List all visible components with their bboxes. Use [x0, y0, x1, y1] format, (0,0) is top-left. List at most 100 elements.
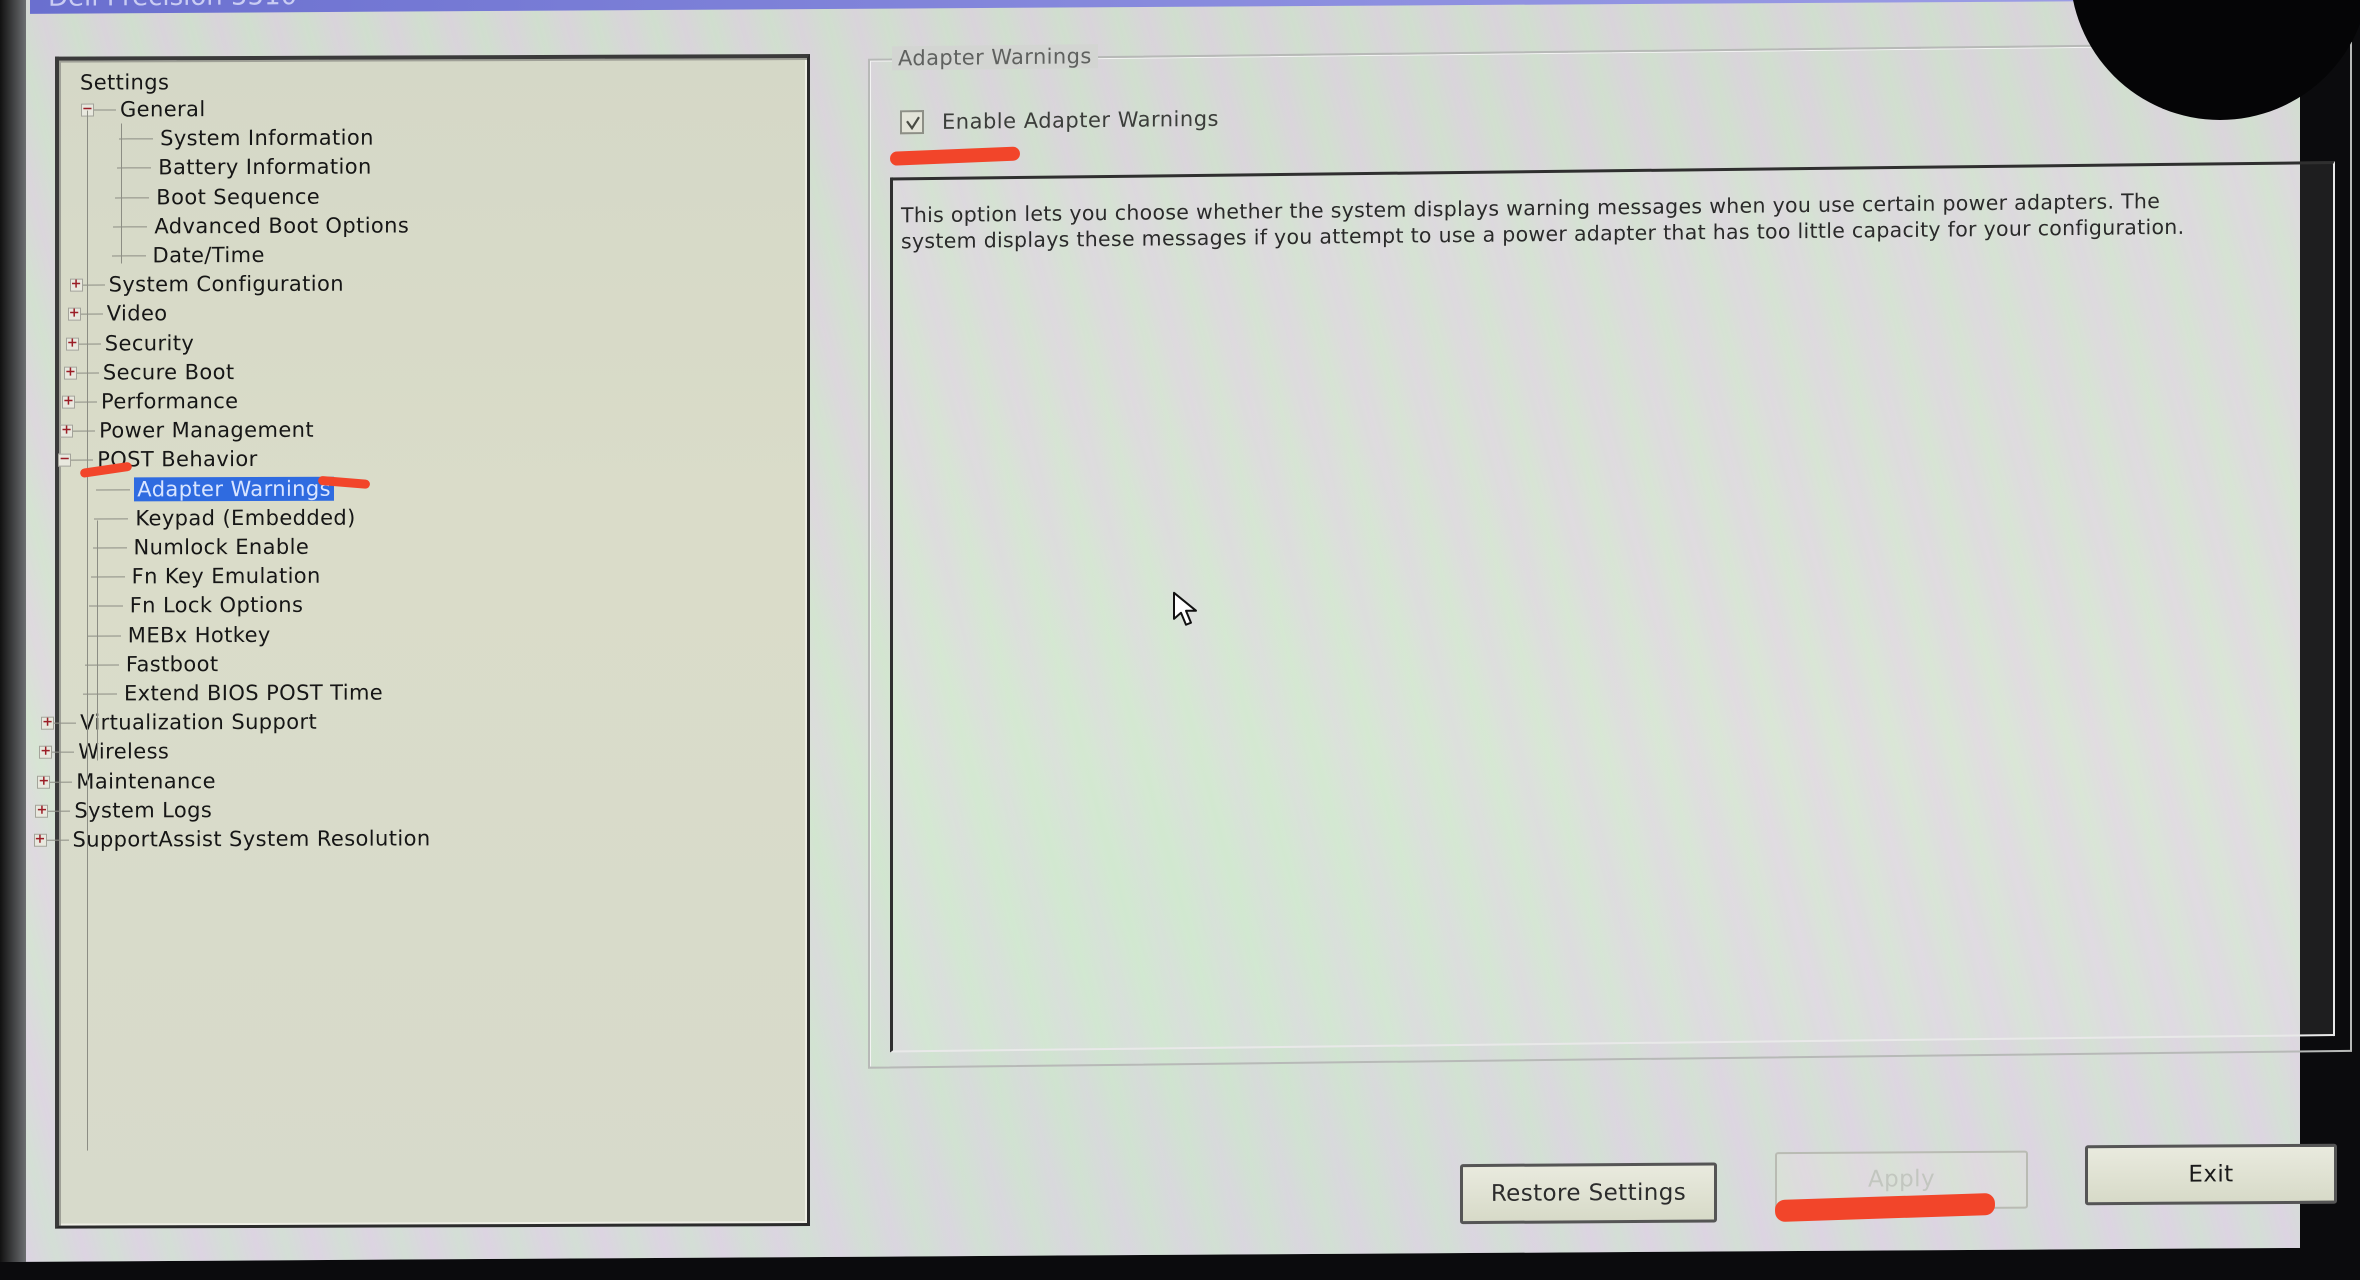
enable-adapter-warnings-label: Enable Adapter Warnings [942, 106, 1219, 134]
mouse-pointer-icon [1173, 591, 1197, 626]
tree-spine [121, 123, 122, 264]
tree-item-label: Power Management [99, 417, 314, 443]
tree-item-label: Numlock Enable [133, 534, 310, 560]
expand-icon[interactable]: + [41, 715, 55, 730]
tree-connector [117, 167, 152, 169]
tree-item[interactable]: Maintenance [73, 767, 219, 796]
tree-item[interactable]: Fn Lock Options [127, 591, 307, 620]
tree-item-label: System Configuration [108, 271, 344, 297]
tree-item[interactable]: Security [102, 329, 197, 357]
expand-icon[interactable]: + [69, 277, 83, 292]
tree-spine [97, 520, 98, 761]
expand-icon[interactable]: + [35, 802, 49, 818]
expand-icon[interactable]: + [67, 306, 81, 322]
tree-connector [80, 313, 103, 315]
tree-item-label: Fn Key Emulation [131, 563, 321, 589]
tree-item-label: Advanced Boot Options [154, 213, 410, 239]
tree-item[interactable]: Secure Boot [100, 358, 238, 386]
tree-item[interactable]: Adapter Warnings [134, 474, 334, 503]
tree-item-label: Date/Time [152, 242, 265, 268]
tree-item-label: Performance [101, 389, 239, 414]
expand-icon[interactable]: + [65, 335, 79, 351]
tree-item[interactable]: General [117, 95, 209, 123]
tree-item[interactable]: Fastboot [123, 650, 222, 678]
tree-item[interactable]: Performance [98, 387, 241, 416]
exit-button[interactable]: Exit [2085, 1143, 2337, 1206]
tree-connector [48, 810, 71, 812]
tree-connector [52, 751, 75, 754]
tree-item-label: System Information [160, 125, 374, 151]
tree-item-label: Keypad (Embedded) [135, 505, 356, 531]
window-title: Dell Precision 5510 [48, 0, 297, 13]
tree-connector [71, 459, 94, 461]
tree-item-label: Wireless [78, 739, 170, 764]
group-title: Adapter Warnings [892, 44, 1098, 71]
adapter-warnings-group: Adapter Warnings Enable Adapter Warnings… [868, 41, 2352, 1069]
tree-item[interactable]: Numlock Enable [131, 533, 313, 562]
tree-connector [78, 343, 101, 345]
tree-item-label: Adapter Warnings [134, 476, 334, 501]
tree-root-label: Settings [80, 70, 170, 95]
tree-item-label: Fn Lock Options [129, 593, 304, 618]
tree-item[interactable]: Boot Sequence [153, 182, 323, 211]
tree-item[interactable]: Extend BIOS POST Time [121, 678, 386, 707]
tree-item-label: MEBx Hotkey [127, 622, 271, 647]
tree-connector [84, 664, 119, 666]
tree-item[interactable]: Battery Information [155, 153, 375, 182]
tree-item[interactable]: Keypad (Embedded) [132, 503, 358, 532]
restore-settings-button[interactable]: Restore Settings [1460, 1162, 1717, 1225]
tree-connector [82, 284, 105, 286]
expand-icon[interactable]: + [63, 364, 77, 380]
tree-item[interactable]: Video [104, 300, 171, 328]
tree-item-label: Maintenance [76, 768, 216, 794]
tree-connector [94, 109, 116, 111]
expand-icon[interactable]: + [60, 423, 74, 438]
tree-connector [83, 693, 117, 695]
tree-connector [90, 576, 125, 578]
tree-item[interactable]: MEBx Hotkey [125, 620, 274, 649]
tree-connector [96, 488, 131, 491]
description-text: This option lets you choose whether the … [901, 189, 2185, 254]
tree-root-settings[interactable]: Settings [77, 68, 172, 96]
tree-item-label: General [120, 97, 206, 122]
tree-item[interactable]: Fn Key Emulation [129, 562, 324, 591]
tree-item[interactable]: Date/Time [150, 241, 268, 269]
tree-item[interactable]: System Information [157, 124, 377, 153]
window-title-bar: Dell Precision 5510 [30, 0, 2288, 14]
tree-connector [86, 634, 121, 637]
description-box: This option lets you choose whether the … [890, 161, 2335, 1053]
tree-connector [119, 138, 154, 140]
tree-item-label: Extend BIOS POST Time [124, 680, 384, 706]
tree-connector [73, 430, 96, 432]
checkmark-icon [906, 116, 920, 131]
expand-icon[interactable]: + [33, 832, 47, 847]
expand-icon[interactable]: + [37, 773, 51, 789]
tree-connector [46, 839, 69, 841]
tree-connector [50, 781, 73, 783]
tree-item-label: Video [106, 301, 168, 326]
tree-item-label: Boot Sequence [156, 184, 321, 209]
tree-item-label: Virtualization Support [80, 709, 318, 735]
tree-item[interactable]: System Logs [71, 796, 215, 825]
expand-icon[interactable]: + [39, 744, 53, 760]
collapse-icon[interactable]: − [58, 452, 72, 468]
tree-item[interactable]: SupportAssist System Resolution [70, 824, 434, 853]
tree-connector [111, 255, 146, 257]
tree-connector [88, 605, 123, 607]
tree-connector [113, 226, 148, 228]
tree-item[interactable]: Virtualization Support [77, 708, 320, 737]
enable-adapter-warnings-checkbox[interactable] [900, 110, 924, 135]
tree-item[interactable]: Power Management [96, 416, 317, 445]
tree-item-label: Secure Boot [102, 359, 235, 385]
settings-tree-panel: Settings − General System Information Batte… [33, 54, 810, 1229]
settings-tree: Settings − General System Information Batte… [33, 58, 807, 1226]
tree-item[interactable]: Wireless [75, 738, 172, 766]
tree-item[interactable]: Advanced Boot Options [151, 211, 412, 240]
tree-connector [54, 722, 77, 724]
bios-screen: Dell Precision 5510 Settings − General Sys… [0, 0, 2352, 1262]
bezel-left [0, 0, 26, 1262]
tree-connector [75, 401, 97, 403]
tree-item-label: Fastboot [125, 651, 219, 677]
expand-icon[interactable]: + [62, 394, 75, 409]
tree-item[interactable]: System Configuration [106, 270, 347, 299]
